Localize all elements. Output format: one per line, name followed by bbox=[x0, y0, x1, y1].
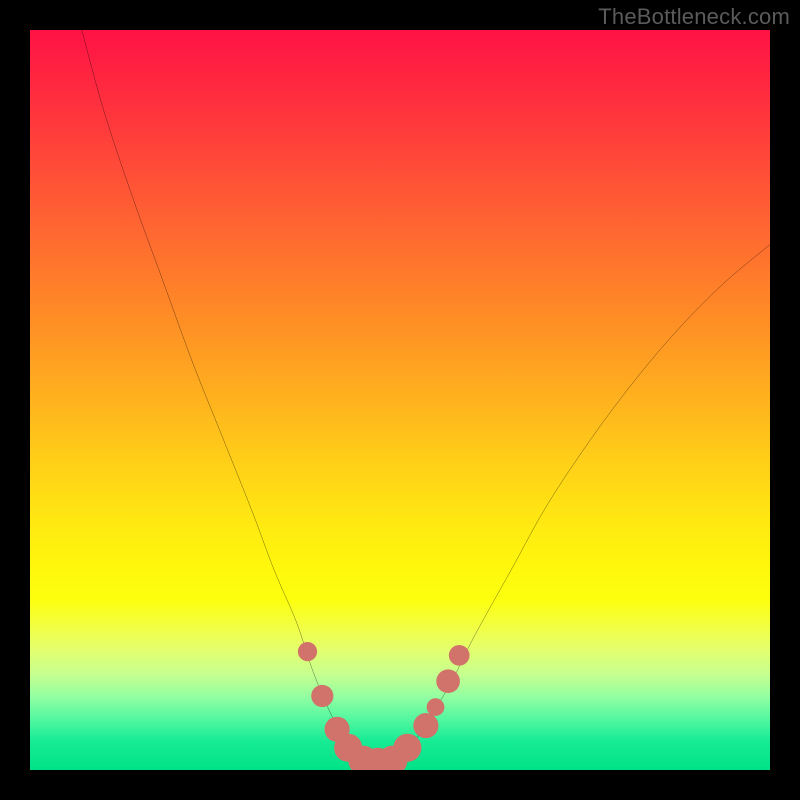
chart-frame: TheBottleneck.com bbox=[0, 0, 800, 800]
curve-marker bbox=[427, 698, 445, 716]
curve-marker bbox=[393, 734, 421, 762]
curve-markers bbox=[298, 642, 470, 770]
curve-marker bbox=[298, 642, 317, 661]
curve-marker bbox=[449, 645, 470, 666]
watermark-text: TheBottleneck.com bbox=[598, 4, 790, 30]
curve-layer bbox=[30, 30, 770, 770]
curve-marker bbox=[436, 669, 460, 693]
curve-marker bbox=[413, 713, 438, 738]
plot-area bbox=[30, 30, 770, 770]
bottleneck-curve bbox=[82, 30, 770, 764]
curve-marker bbox=[311, 685, 333, 707]
